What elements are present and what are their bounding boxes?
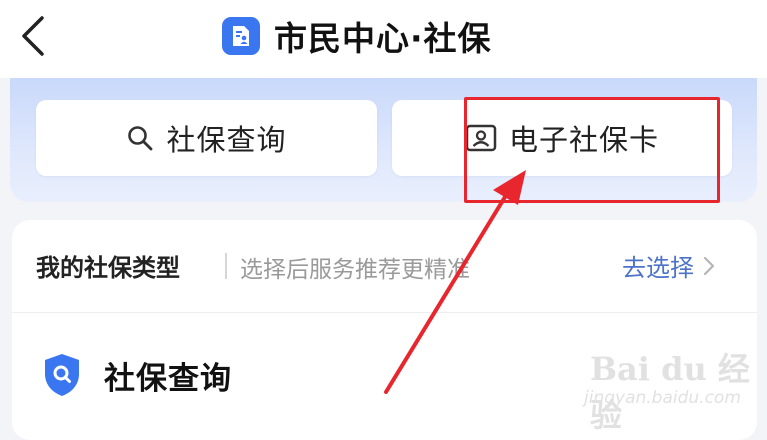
top-bar: 市民中心·社保 — [0, 0, 767, 78]
quick-actions-panel: 社保查询 电子社保卡 — [10, 78, 757, 202]
choose-type-link[interactable]: 去选择 — [622, 248, 716, 283]
divider — [225, 253, 227, 279]
shield-search-icon — [45, 354, 79, 396]
insurance-type-row: 我的社保类型 选择后服务推荐更精准 去选择 — [12, 220, 757, 313]
social-security-query-label: 社保查询 — [166, 123, 287, 157]
service-card: 我的社保类型 选择后服务推荐更精准 去选择 社保查询 — [12, 220, 757, 440]
page-title: 市民中心·社保 — [274, 19, 492, 58]
section-title: 社保查询 — [104, 360, 232, 397]
id-card-icon — [465, 124, 497, 152]
chevron-right-icon — [703, 256, 715, 275]
social-security-query-button[interactable]: 社保查询 — [36, 100, 377, 176]
document-person-icon — [222, 17, 260, 55]
search-icon — [128, 126, 153, 151]
electronic-social-security-card-button[interactable]: 电子社保卡 — [392, 100, 732, 176]
electronic-social-security-card-label: 电子社保卡 — [508, 123, 659, 157]
chevron-left-icon[interactable] — [18, 14, 48, 58]
choose-type-label: 去选择 — [622, 254, 694, 282]
insurance-type-hint: 选择后服务推荐更精准 — [240, 257, 470, 283]
title-group: 市民中心·社保 — [222, 12, 492, 60]
insurance-type-label: 我的社保类型 — [36, 254, 180, 282]
section-header: 社保查询 — [42, 352, 232, 398]
